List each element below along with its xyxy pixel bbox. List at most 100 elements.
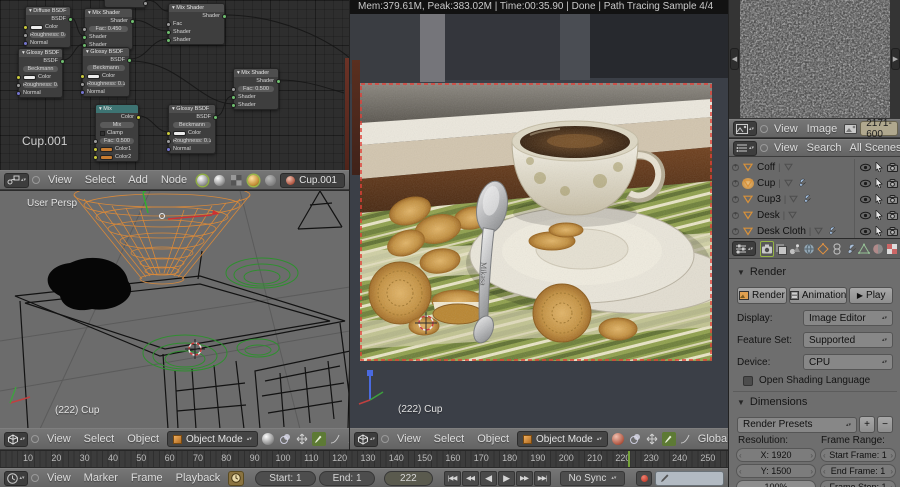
end-frame-field[interactable]: ‹End Frame: 1› (820, 464, 896, 478)
node-socket[interactable] (276, 79, 281, 84)
header-panels-toggle[interactable] (32, 176, 40, 184)
expand-icon[interactable]: + (732, 228, 739, 235)
start-frame-field[interactable]: ‹Start Frame: 1› (820, 448, 896, 462)
menu-object[interactable]: Object (472, 433, 514, 445)
node-socket[interactable] (130, 19, 135, 24)
color-swatch[interactable] (87, 74, 100, 79)
image-name-field[interactable]: 2171-600 (860, 121, 898, 136)
shader-type-world-icon[interactable] (212, 173, 226, 187)
shader-node[interactable]: ▾ MixColorMixClampFac: 0.500Color1Color2 (95, 104, 139, 162)
menu-select[interactable]: Select (429, 433, 470, 445)
node-socket[interactable] (166, 131, 171, 136)
node-row-field[interactable]: Beckmann (169, 121, 215, 129)
shader-node[interactable]: ▾ Glossy BSDFBSDFBeckmannColorRoughness:… (168, 104, 216, 154)
selectability-cursor-icon[interactable] (875, 210, 883, 220)
node-socket[interactable] (93, 155, 98, 160)
panel-render-header[interactable]: ▼Render (737, 266, 786, 278)
expand-icon[interactable]: + (732, 196, 739, 203)
viewport-wireframe-canvas[interactable] (0, 191, 350, 429)
image-datablock-icon[interactable] (843, 122, 857, 136)
renderability-camera-icon[interactable] (887, 211, 898, 220)
node-socket[interactable] (213, 115, 218, 120)
manipulator-translate-icon[interactable] (295, 432, 309, 446)
device-dropdown[interactable]: CPU▴▾ (803, 354, 893, 370)
node-socket[interactable] (93, 147, 98, 152)
material-slot-icon[interactable] (246, 173, 260, 187)
pivot-point-icon[interactable] (628, 432, 642, 446)
menu-view[interactable]: View (771, 142, 801, 154)
node-socket[interactable] (143, 1, 148, 6)
shader-node[interactable]: ▾ Mix ShaderShaderFac: 0.450ShaderShader (84, 8, 133, 50)
outliner-row[interactable]: +Cup3| (729, 191, 900, 207)
viewport-shading-dropdown[interactable] (611, 432, 625, 446)
node-row-field[interactable]: Fac: 0.450 (85, 25, 132, 33)
menu-select[interactable]: Select (79, 433, 120, 445)
jump-to-start-button[interactable]: |◀◀ (444, 471, 461, 486)
renderability-camera-icon[interactable] (887, 179, 898, 188)
node-socket[interactable] (23, 33, 28, 38)
menu-view[interactable]: View (43, 174, 77, 186)
header-panels-toggle[interactable] (381, 435, 389, 443)
tab-modifiers[interactable] (844, 241, 857, 257)
node-socket[interactable] (166, 139, 171, 144)
snap-element-icon[interactable] (312, 432, 326, 446)
selectability-cursor-icon[interactable] (875, 162, 883, 172)
object-name[interactable]: Cup3 (757, 194, 781, 205)
play-button[interactable]: ▶ (498, 471, 515, 486)
resolution-percent-button[interactable]: 100% (736, 480, 816, 487)
node-checkbox[interactable] (100, 131, 105, 136)
node-row-check[interactable]: Clamp (96, 129, 138, 137)
node-socket[interactable] (231, 95, 236, 100)
menu-view[interactable]: View (771, 123, 801, 135)
node-socket[interactable] (231, 103, 236, 108)
header-panels-toggle[interactable] (31, 474, 39, 482)
node-row-field[interactable]: Roughness: 0.100 (83, 80, 129, 88)
tab-object-data[interactable] (858, 241, 871, 257)
preset-add-button[interactable]: + (859, 416, 875, 433)
node-socket[interactable] (80, 74, 85, 79)
node-socket[interactable] (166, 30, 171, 35)
shader-node[interactable]: ▾ Glossy BSDFBSDFBeckmannColorRoughness:… (82, 47, 130, 97)
renderability-camera-icon[interactable] (887, 227, 898, 236)
visibility-eye-icon[interactable] (860, 163, 871, 172)
node-socket[interactable] (60, 59, 65, 64)
node-socket[interactable] (16, 75, 21, 80)
prev-keyframe-button[interactable]: ◀◀ (462, 471, 479, 486)
shader-type-compositing-icon[interactable] (229, 173, 243, 187)
node-row-field[interactable]: Fac: 0.500 (234, 85, 278, 93)
shader-node[interactable]: ▾ Mix ShaderShaderFac: 0.500ShaderShader (233, 68, 279, 110)
node-row-field[interactable]: Beckmann (19, 65, 62, 73)
node-socket[interactable] (127, 58, 132, 63)
node-row-field[interactable]: Roughness: 0.200 (19, 81, 62, 89)
object-name[interactable]: Desk (757, 210, 780, 221)
editor-type-button[interactable]: ▴▾ (733, 141, 757, 156)
viewport-shading-dropdown[interactable] (261, 432, 275, 446)
editor-type-button[interactable]: ▴▾ (4, 432, 28, 447)
orientation-dropdown[interactable]: Global (696, 433, 728, 445)
sync-dropdown[interactable]: No Sync▴▾ (560, 471, 626, 486)
menu-view[interactable]: View (392, 433, 426, 445)
editor-type-button[interactable]: ▴▾ (4, 471, 28, 486)
expand-icon[interactable]: + (732, 212, 739, 219)
material-datablock-field[interactable]: Cup.001 (280, 173, 345, 188)
tab-material[interactable] (871, 241, 884, 257)
tab-constraints[interactable] (830, 241, 843, 257)
node-socket[interactable] (16, 83, 21, 88)
tab-object[interactable] (816, 241, 829, 257)
resolution-y-field[interactable]: ‹Y: 1500› (736, 464, 816, 478)
selectability-cursor-icon[interactable] (875, 178, 883, 188)
header-panels-toggle[interactable] (31, 435, 39, 443)
pivot-point-icon[interactable] (278, 432, 292, 446)
timeline-start-field[interactable]: Start: 1 (255, 471, 316, 486)
color-swatch[interactable] (23, 75, 36, 80)
timeline-end-field[interactable]: End: 1 (319, 471, 375, 486)
renderability-camera-icon[interactable] (887, 163, 898, 172)
fabric-texture-preview[interactable] (740, 0, 890, 118)
menu-view[interactable]: View (42, 433, 76, 445)
expand-icon[interactable]: + (732, 164, 739, 171)
color-swatch[interactable] (100, 147, 113, 152)
keying-set-field[interactable] (655, 471, 724, 486)
object-name[interactable]: Cup (757, 178, 775, 189)
header-panels-toggle[interactable] (760, 144, 768, 152)
time-display-toggle[interactable] (228, 471, 244, 486)
